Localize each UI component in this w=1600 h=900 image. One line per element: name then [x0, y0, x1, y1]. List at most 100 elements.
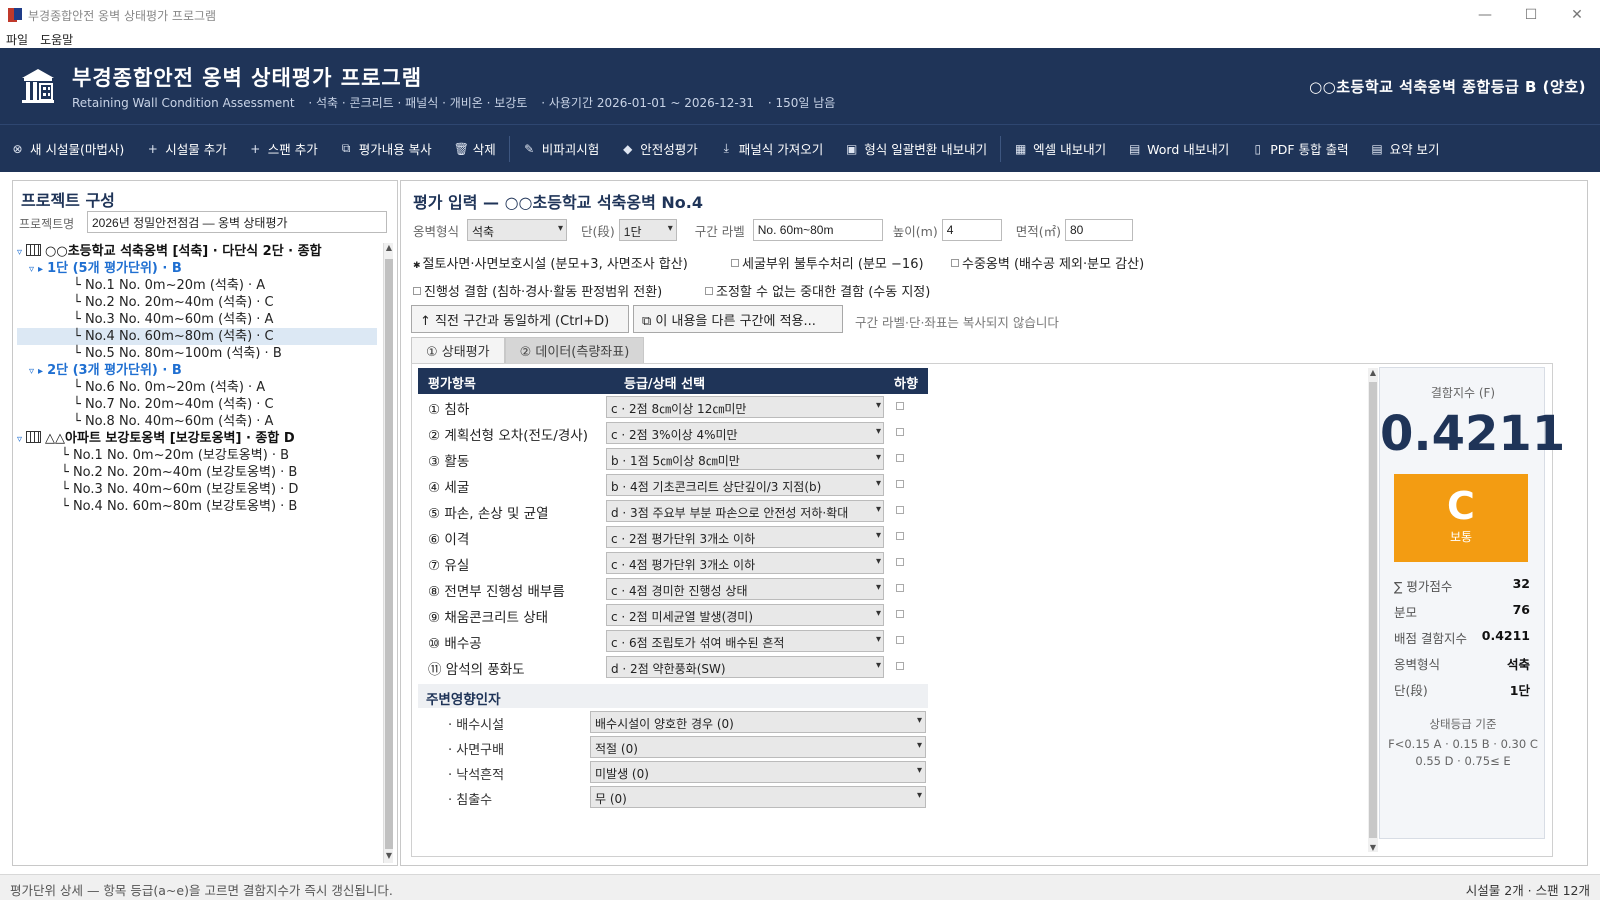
grade-select[interactable]: c · 2점 미세균열 발생(경미): [606, 604, 884, 626]
downgrade-checkbox[interactable]: [896, 454, 904, 462]
underwater-wall-checkbox[interactable]: 수중옹벽 (배수공 제외·분모 감산): [951, 253, 1144, 272]
scroll-up-icon[interactable]: ▲: [1368, 368, 1378, 377]
tree-unit[interactable]: └ No.1 No. 0m~20m (석축) · A: [73, 277, 265, 294]
seepage-select[interactable]: 무 (0): [590, 786, 926, 808]
menu-help[interactable]: 도움말: [40, 31, 73, 48]
downgrade-checkbox[interactable]: [896, 428, 904, 436]
scroll-up-icon[interactable]: ▲: [384, 243, 394, 255]
grade-select[interactable]: d · 2점 약한풍화(SW): [606, 656, 884, 678]
drainage-select[interactable]: 배수시설이 양호한 경우 (0): [590, 711, 926, 733]
project-name-input[interactable]: [87, 211, 387, 233]
env-row: · 배수시설 배수시설이 양호한 경우 (0): [418, 710, 928, 735]
downgrade-checkbox[interactable]: [896, 662, 904, 670]
tree-unit[interactable]: └ No.2 No. 20m~40m (보강토옹벽) · B: [61, 464, 297, 481]
tier-select[interactable]: 1단: [618, 219, 677, 241]
tree-tier-2[interactable]: ▿ ▸ 2단 (3개 평가단위) · B: [29, 362, 182, 379]
collapse-arrow-icon[interactable]: ▿: [29, 264, 34, 275]
tree-unit[interactable]: └ No.7 No. 20m~40m (석축) · C: [73, 396, 274, 413]
tree-unit[interactable]: └ No.6 No. 0m~20m (석축) · A: [73, 379, 265, 396]
height-input[interactable]: 4: [941, 219, 1002, 241]
ndt-button[interactable]: ✎ 비파괴시험: [512, 125, 611, 173]
area-input[interactable]: 80: [1064, 219, 1133, 241]
downgrade-checkbox[interactable]: [896, 532, 904, 540]
evaluation-scrollbar[interactable]: ▲ ▼: [1368, 368, 1378, 852]
summary-view-button[interactable]: ▤ 요약 보기: [1360, 125, 1451, 173]
downgrade-checkbox[interactable]: [896, 506, 904, 514]
grade-select[interactable]: c · 2점 평가단위 3개소 이하: [606, 526, 884, 548]
grade-select[interactable]: c · 2점 3%이상 4%미만: [606, 422, 884, 444]
defect-index-value: 0.4211: [1380, 406, 1566, 462]
tree-unit[interactable]: └ No.3 No. 40m~60m (보강토옹벽) · D: [61, 481, 298, 498]
slope-gradient-select[interactable]: 적절 (0): [590, 736, 926, 758]
pdf-export-button[interactable]: ▯ PDF 통합 출력: [1240, 125, 1359, 173]
scour-impermeable-checkbox[interactable]: 세굴부위 불투수처리 (분모 −16): [731, 253, 924, 272]
env-row: · 침출수 무 (0): [418, 785, 928, 810]
maximize-button[interactable]: ☐: [1508, 0, 1554, 30]
downgrade-checkbox[interactable]: [896, 584, 904, 592]
toolbar-divider: [1000, 135, 1002, 162]
minimize-button[interactable]: —: [1462, 0, 1508, 30]
critical-defect-checkbox[interactable]: 조정할 수 없는 중대한 결함 (수동 지정): [705, 281, 930, 300]
grade-select[interactable]: b · 1점 5㎝이상 8㎝미만: [606, 448, 884, 470]
rockfall-select[interactable]: 미발생 (0): [590, 761, 926, 783]
tree-unit[interactable]: └ No.2 No. 20m~40m (석축) · C: [73, 294, 274, 311]
scroll-down-icon[interactable]: ▼: [1368, 843, 1378, 852]
tree-facility-2[interactable]: ▿ △△아파트 보강토옹벽 [보강토옹벽] · 종합 D: [17, 430, 377, 447]
tree-unit-selected[interactable]: └ No.4 No. 60m~80m (석축) · C: [17, 328, 377, 345]
evaluation-row: ⑪ 암석의 풍화도 d · 2점 약한풍화(SW): [418, 654, 928, 680]
evaluation-row: ④ 세굴 b · 4점 기초콘크리트 상단깊이/3 지점(b): [418, 472, 928, 498]
evaluation-row: ② 계획선형 오차(전도/경사) c · 2점 3%이상 4%미만: [418, 420, 928, 446]
new-facility-wizard-button[interactable]: ⊗ 새 시설물(마법사): [0, 125, 135, 173]
tree-unit[interactable]: └ No.1 No. 0m~20m (보강토옹벽) · B: [61, 447, 289, 464]
collapse-arrow-icon[interactable]: ▿: [17, 434, 22, 445]
collapse-arrow-icon[interactable]: ▿: [17, 247, 22, 258]
same-as-previous-button[interactable]: ↑ 직전 구간과 동일하게 (Ctrl+D): [411, 305, 629, 333]
copy-evaluation-button[interactable]: ⧉ 평가내용 복사: [329, 125, 443, 173]
grade-select[interactable]: c · 2점 8㎝이상 12㎝미만: [606, 396, 884, 418]
toolbar: ⊗ 새 시설물(마법사) + 시설물 추가 + 스팬 추가 ⧉ 평가내용 복사 🗑 삭제 …: [0, 124, 1600, 172]
excel-export-button[interactable]: ▦ 엑셀 내보내기: [1003, 125, 1117, 173]
downgrade-checkbox[interactable]: [896, 480, 904, 488]
scroll-down-icon[interactable]: ▼: [384, 851, 394, 863]
menu-file[interactable]: 파일: [6, 31, 28, 48]
add-facility-button[interactable]: + 시설물 추가: [135, 125, 237, 173]
progressive-defect-checkbox[interactable]: 진행성 결함 (침하·경사·활동 판정범위 전환): [413, 281, 662, 300]
tree-scrollbar[interactable]: ▲ ▼: [383, 243, 393, 863]
delete-button[interactable]: 🗑 삭제: [443, 125, 507, 173]
scroll-thumb[interactable]: [1369, 382, 1377, 838]
tab-condition-evaluation[interactable]: ① 상태평가: [411, 337, 505, 363]
import-panel-button[interactable]: ⤓ 패널식 가져오기: [709, 125, 834, 173]
batch-convert-export-button[interactable]: ▣ 형식 일괄변환 내보내기: [834, 125, 998, 173]
wall-type-select[interactable]: 석축: [467, 219, 568, 241]
grade-select[interactable]: c · 4점 평가단위 3개소 이하: [606, 552, 884, 574]
grade-select[interactable]: d · 3점 주요부 부분 파손으로 안전성 저하·확대: [606, 500, 884, 522]
downgrade-checkbox[interactable]: [896, 610, 904, 618]
tree-facility-1[interactable]: ▿ ○○초등학교 석축옹벽 [석축] · 다단식 2단 · 종합: [17, 243, 377, 260]
checkbox-box: [705, 287, 713, 295]
grade-select[interactable]: c · 6점 조립토가 섞여 배수된 흔적: [606, 630, 884, 652]
cut-slope-checkbox[interactable]: ✱ 절토사면·사면보호시설 (분모+3, 사면조사 합산): [413, 253, 688, 272]
app-title: 부경종합안전 옹벽 상태평가 프로그램: [72, 66, 423, 90]
tree-unit[interactable]: └ No.3 No. 40m~60m (석축) · A: [73, 311, 273, 328]
tab-survey-data[interactable]: ② 데이터(측량좌표): [504, 337, 645, 363]
collapse-arrow-icon[interactable]: ▿: [29, 366, 34, 377]
word-export-button[interactable]: ▤ Word 내보내기: [1117, 125, 1240, 173]
tree-unit[interactable]: └ No.5 No. 80m~100m (석축) · B: [73, 345, 282, 362]
header-item: 평가항목: [428, 377, 476, 392]
apply-to-other-sections-button[interactable]: ⧉ 이 내용을 다른 구간에 적용...: [633, 305, 843, 333]
section-input[interactable]: No. 60m~80m: [752, 219, 883, 241]
downgrade-checkbox[interactable]: [896, 558, 904, 566]
grade-select[interactable]: b · 4점 기초콘크리트 상단깊이/3 지점(b): [606, 474, 884, 496]
downgrade-checkbox[interactable]: [896, 402, 904, 410]
tree-unit[interactable]: └ No.4 No. 60m~80m (보강토옹벽) · B: [61, 498, 297, 515]
grade-select[interactable]: c · 4점 경미한 진행성 상태: [606, 578, 884, 600]
tree-unit[interactable]: └ No.8 No. 40m~60m (석축) · A: [73, 413, 273, 430]
grade-standard-line2: 0.55 D · 0.75≤ E: [1415, 754, 1511, 768]
tree-tier-1[interactable]: ▿ ▸ 1단 (5개 평가단위) · B: [29, 260, 182, 277]
add-span-button[interactable]: + 스팬 추가: [238, 125, 329, 173]
scroll-thumb[interactable]: [385, 259, 393, 849]
downgrade-checkbox[interactable]: [896, 636, 904, 644]
close-button[interactable]: ✕: [1554, 0, 1600, 30]
new-facility-icon: ⊗: [12, 141, 23, 156]
safety-evaluation-button[interactable]: ◆ 안전성평가: [610, 125, 709, 173]
